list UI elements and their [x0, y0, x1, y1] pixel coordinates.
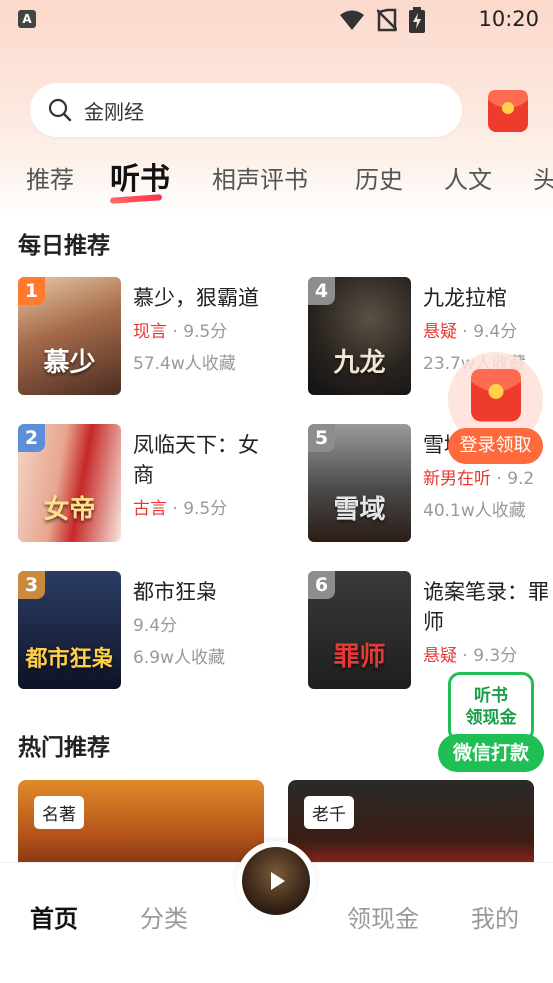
book-genre: 新男在听 [423, 469, 491, 489]
play-icon [271, 872, 285, 890]
book-meta: 悬疑 · 9.3分 [423, 641, 517, 666]
tab-recommend[interactable]: 推荐 [26, 160, 74, 195]
book-favorites: 57.4w人收藏 [133, 354, 236, 374]
rank-badge: 4 [308, 277, 335, 305]
search-query: 金刚经 [84, 99, 144, 124]
book-meta: 新男在听 · 9.2 [423, 464, 534, 489]
book-genre: 现言 [133, 322, 167, 342]
tab-audiobook[interactable]: 听书 [110, 154, 170, 198]
book-score: · 9.4分 [457, 322, 518, 342]
book-item[interactable]: 都市狂枭 3 都市狂枭 9.4分 6.9w人收藏 [18, 571, 288, 689]
book-score: 9.4分 [133, 616, 178, 636]
rank-badge: 1 [18, 277, 45, 305]
book-title: 诡案笔录：罪师 [423, 580, 549, 634]
book-score: · 9.2 [491, 469, 535, 489]
player-button[interactable] [236, 841, 316, 921]
daily-recommend-title: 每日推荐 [18, 233, 110, 259]
book-genre: 悬疑 [423, 646, 457, 666]
book-title: 九龙拉棺 [423, 286, 507, 310]
status-icons [339, 7, 425, 33]
nav-home[interactable]: 首页 [30, 899, 78, 934]
book-meta: 现言 · 9.5分 [133, 317, 227, 342]
hot-recommend-title: 热门推荐 [18, 735, 110, 761]
red-packet-icon [471, 369, 521, 422]
book-title: 慕少，狠霸道 [133, 286, 259, 310]
no-sim-icon [377, 8, 397, 32]
nav-cash[interactable]: 领现金 [347, 899, 419, 934]
cover-title: 女帝 [43, 495, 96, 525]
cover-title: 慕少 [43, 348, 96, 378]
battery-charging-icon [409, 7, 425, 33]
book-item[interactable]: 慕少 1 慕少，狠霸道 现言 · 9.5分 57.4w人收藏 [18, 277, 288, 395]
cover-title: 雪域 [333, 495, 386, 525]
listen-cash-widget[interactable]: 听书 领现金 [448, 672, 534, 742]
book-meta: 古言 · 9.5分 [133, 494, 227, 519]
book-genre: 古言 [133, 499, 167, 519]
book-score: · 9.5分 [167, 499, 228, 519]
wifi-icon [340, 10, 364, 30]
tab-more[interactable]: 头 [533, 160, 553, 195]
hot-card-tag: 老千 [304, 796, 354, 829]
nav-mine[interactable]: 我的 [471, 899, 519, 934]
login-claim-button[interactable]: 登录领取 [448, 428, 543, 464]
cover-title: 都市狂枭 [25, 646, 114, 672]
bottom-navigation: 首页 分类 领现金 我的 [0, 841, 553, 983]
listen-cash-line2: 领现金 [465, 708, 517, 728]
status-bar: A 10:20 [0, 0, 553, 40]
nav-category[interactable]: 分类 [140, 899, 188, 934]
book-score: · 9.3分 [457, 646, 518, 666]
red-packet-icon[interactable] [484, 86, 532, 134]
book-item[interactable]: 女帝 2 凤临天下：女商 古言 · 9.5分 [18, 424, 288, 542]
book-favorites: 6.9w人收藏 [133, 648, 225, 668]
tab-humanities[interactable]: 人文 [444, 160, 492, 195]
app-notification-icon: A [18, 10, 36, 28]
hot-card-tag: 名著 [34, 796, 84, 829]
search-bar[interactable]: 金刚经 [30, 83, 462, 137]
tab-history[interactable]: 历史 [355, 160, 403, 195]
book-title: 凤临天下：女商 [133, 433, 259, 487]
wechat-pay-button[interactable]: 微信打款 [438, 734, 544, 772]
listen-cash-line1: 听书 [474, 686, 508, 706]
rank-badge: 2 [18, 424, 45, 452]
rank-badge: 3 [18, 571, 45, 599]
cover-title: 九龙 [333, 348, 386, 378]
book-genre: 悬疑 [423, 322, 457, 342]
book-meta: 悬疑 · 9.4分 [423, 317, 517, 342]
book-score: · 9.5分 [167, 322, 228, 342]
rank-badge: 6 [308, 571, 335, 599]
category-tabs: 推荐 听书 相声评书 历史 人文 头 [0, 152, 553, 204]
search-icon [48, 98, 72, 122]
book-title: 都市狂枭 [133, 580, 217, 604]
tab-crosstalk[interactable]: 相声评书 [212, 160, 308, 195]
book-favorites: 40.1w人收藏 [423, 501, 526, 521]
cover-title: 罪师 [333, 642, 386, 672]
clock: 10:20 [478, 7, 539, 31]
rank-badge: 5 [308, 424, 335, 452]
